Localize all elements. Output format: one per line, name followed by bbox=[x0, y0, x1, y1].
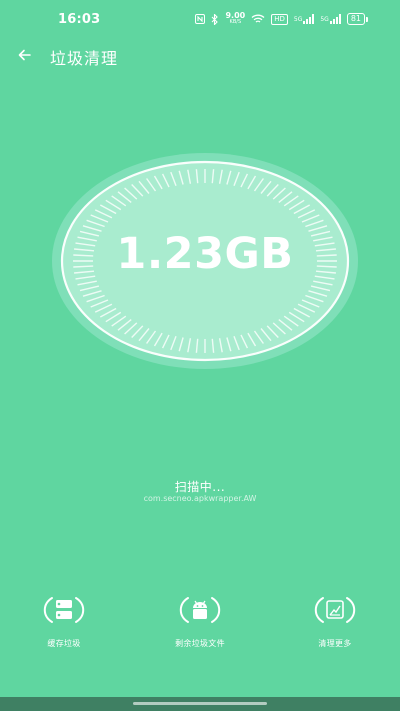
header: 垃圾清理 bbox=[0, 38, 400, 72]
feature-residual-files[interactable]: 剩余垃圾文件 bbox=[150, 592, 250, 649]
signal-2-icon: 5G bbox=[320, 14, 341, 24]
nfc-icon bbox=[195, 14, 206, 24]
signal-2-label: 5G bbox=[320, 15, 329, 23]
feature-clean-more-label: 清理更多 bbox=[318, 639, 352, 648]
junk-size-value: 1.23GB bbox=[116, 229, 294, 279]
back-arrow-icon[interactable] bbox=[14, 44, 36, 66]
battery-level: 81 bbox=[346, 13, 365, 25]
home-indicator[interactable] bbox=[133, 702, 267, 705]
scan-status: 扫描中... bbox=[174, 480, 226, 494]
hd-badge: HD bbox=[271, 13, 288, 25]
net-speed-value: 9.00 bbox=[225, 11, 246, 20]
battery-icon: 81 bbox=[346, 13, 368, 25]
status-bar: 16:03 9.00 KB/S HD 5G 5G 81 bbox=[0, 0, 400, 40]
cache-icon bbox=[40, 592, 88, 628]
feature-cache-junk-label: 缓存垃圾 bbox=[47, 639, 81, 648]
signal-1-label: 5G bbox=[293, 15, 303, 23]
clean-more-icon bbox=[311, 592, 359, 628]
scan-current-item: com.secneo.apkwrapper.AW bbox=[143, 494, 257, 503]
wifi-icon bbox=[251, 14, 265, 24]
nav-bar bbox=[0, 697, 400, 711]
net-speed-unit: KB/S bbox=[229, 19, 242, 25]
signal-1-icon: 5G bbox=[293, 14, 315, 24]
page-title: 垃圾清理 bbox=[50, 49, 119, 68]
feature-residual-files-label: 剩余垃圾文件 bbox=[175, 639, 225, 648]
feature-cache-junk[interactable]: 缓存垃圾 bbox=[14, 592, 114, 649]
android-icon bbox=[176, 592, 224, 628]
net-speed: 9.00 KB/S bbox=[225, 12, 245, 26]
bluetooth-icon bbox=[211, 13, 219, 25]
status-time: 16:03 bbox=[58, 12, 101, 27]
status-icons: 9.00 KB/S HD 5G 5G 81 bbox=[195, 12, 368, 26]
feature-clean-more[interactable]: 清理更多 bbox=[285, 592, 385, 649]
scan-dial: 1.23GB bbox=[50, 151, 360, 371]
